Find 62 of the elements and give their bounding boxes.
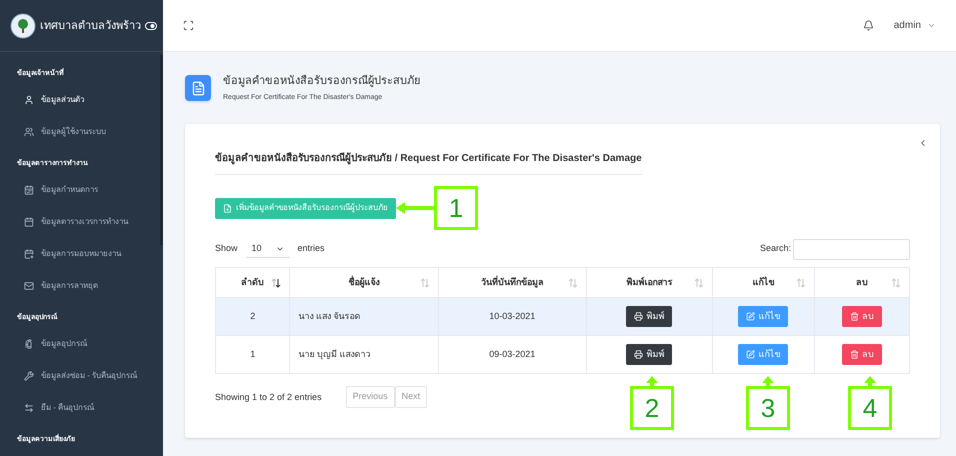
delete-button[interactable]: ลบ [842, 306, 882, 327]
column-header[interactable]: พิมพ์เอกสาร [586, 268, 712, 298]
sidebar-item[interactable]: ข้อมูลตารางเวรการทำงาน [0, 206, 163, 238]
printer-icon [634, 312, 644, 321]
search-field[interactable] [793, 238, 910, 260]
callout-arrow [864, 376, 876, 386]
delete-button[interactable]: ลบ [842, 344, 882, 365]
show-label: Show [215, 242, 238, 256]
callout-box: 4 [848, 386, 892, 430]
user-menu[interactable]: admin [894, 18, 936, 33]
toggle-icon[interactable] [145, 22, 157, 30]
sidebar-item[interactable]: ข้อมูลส่วนตัว [0, 84, 163, 116]
pencil-icon [746, 350, 756, 359]
column-header[interactable]: วันที่บันทึกข้อมูล [438, 268, 586, 298]
column-header[interactable]: ลำดับ [216, 268, 290, 298]
printer-icon [634, 350, 644, 359]
callout-box: 2 [630, 386, 674, 430]
search-label: Search: [760, 242, 791, 256]
pencil-icon [746, 312, 756, 321]
calendar-icon [24, 185, 34, 195]
sidebar-item[interactable]: ข้อมูลกำหนดการ [0, 174, 163, 206]
table-cell: 1 [216, 336, 290, 374]
card-title: ข้อมูลคำขอหนังสือรับรองกรณีผู้ประสบภัย / Request For Certificate For The Disaster's Damage [215, 150, 642, 175]
person-icon [24, 95, 34, 105]
calendar-icon [24, 217, 34, 227]
swap-arrows-icon [24, 403, 34, 413]
print-button[interactable]: พิมพ์ [626, 344, 672, 365]
envelope-icon [24, 281, 34, 291]
file-plus-icon [223, 204, 232, 212]
callout-arrow [646, 376, 658, 386]
column-header[interactable]: ชื่อผู้แจ้ง [290, 268, 438, 298]
trash-icon [850, 350, 859, 359]
calendar-icon [24, 249, 34, 259]
fullscreen-icon[interactable] [183, 20, 194, 31]
caret-icon [927, 21, 936, 30]
entries-label: entries [298, 242, 325, 256]
sidebar-item[interactable]: ข้อมูลผู้ใช้งานระบบ [0, 116, 163, 148]
print-button[interactable]: พิมพ์ [626, 306, 672, 327]
callout-arrow [396, 202, 434, 214]
page-title: ข้อมูลคำขอหนังสือรับรองกรณีผู้ประสบภัย [223, 74, 420, 90]
sidebar-item[interactable]: ข้อมูลการลาหยุด [0, 270, 163, 302]
table-row[interactable]: 1 นาย บุญมี แสงดาว 09-03-2021 พิมพ์ แก้ไข ลบ [216, 336, 910, 374]
callout-box: 3 [746, 386, 790, 430]
trash-icon [850, 312, 859, 321]
sidebar-item[interactable]: ยืม - คืนอุปกรณ์ [0, 392, 163, 424]
table-row[interactable]: 2 นาง แสง จันรอด 10-03-2021 พิมพ์ แก้ไข ลบ [216, 298, 910, 336]
sidebar-item[interactable]: ข้อมูลส่งซ่อม - รับคืนอุปกรณ์ [0, 360, 163, 392]
page-icon [185, 75, 211, 101]
sidebar-item[interactable]: ข้อมูลอุปกรณ์ [0, 328, 163, 360]
callout-box: 1 [434, 186, 478, 230]
brand-name: เทศบาลตำบลวังพร้าว [40, 18, 141, 34]
table-info: Showing 1 to 2 of 2 entries [215, 391, 322, 404]
page-size-select[interactable]: 10 [246, 240, 290, 258]
table-cell: นาย บุญมี แสงดาว [290, 336, 438, 374]
sidebar-item[interactable]: ข้อมูลการมอบหมายงาน [0, 238, 163, 270]
bell-icon[interactable] [862, 20, 874, 31]
callout-arrow [762, 376, 774, 386]
logo-icon [10, 12, 36, 38]
wrench-icon [24, 371, 34, 381]
extinguisher-icon [24, 339, 34, 349]
people-icon [24, 127, 34, 137]
table-cell: 09-03-2021 [438, 336, 586, 374]
